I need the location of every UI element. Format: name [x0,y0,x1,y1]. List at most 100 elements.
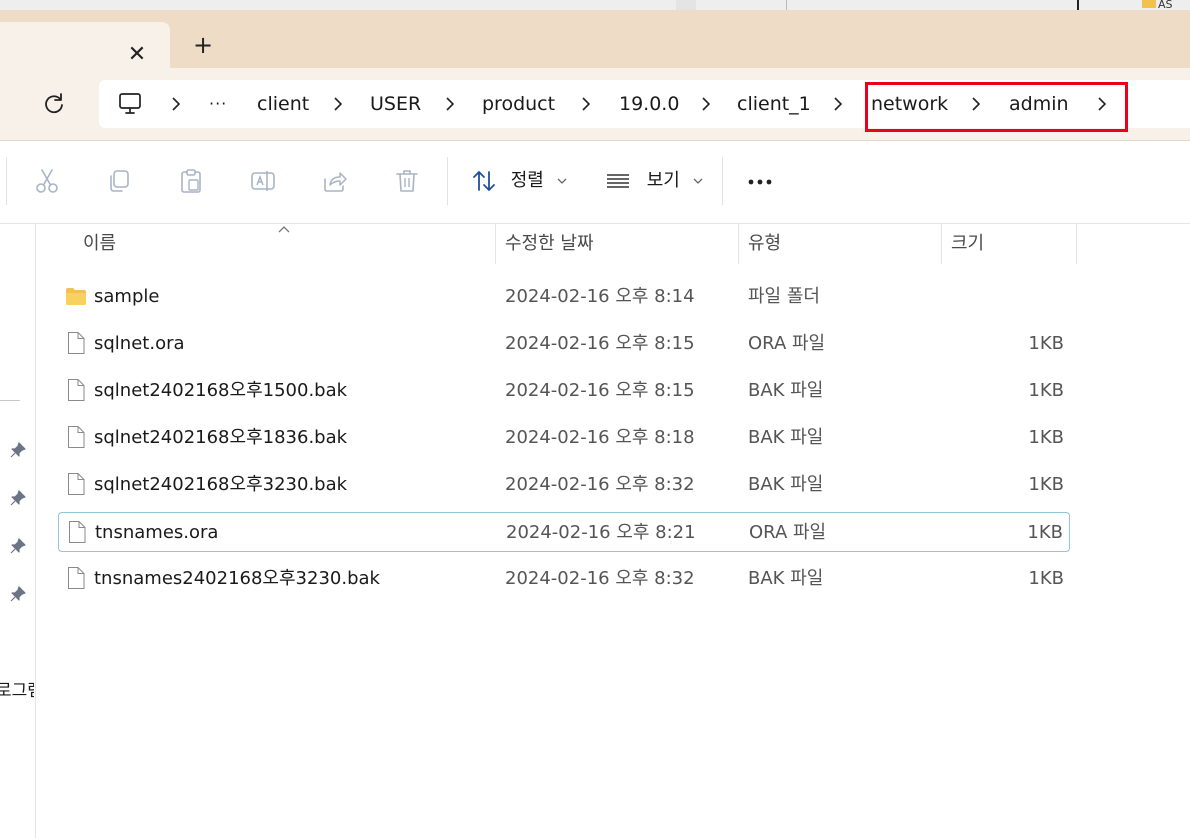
document-icon [68,332,85,354]
breadcrumb-item-admin[interactable]: admin [1009,80,1069,128]
file-size: 1KB [1028,333,1064,354]
file-date: 2024-02-16 오후 8:32 [505,474,695,495]
file-type: BAK 파일 [748,427,824,448]
file-row-sqlnet-ora[interactable]: sqlnet.ora 2024-02-16 오후 8:15 ORA 파일 1KB [58,324,1070,364]
tab-bar: ✕ + [0,10,1190,70]
breadcrumb-item-19-0-0[interactable]: 19.0.0 [619,80,679,128]
file-row-tnsnames-3230-bak[interactable]: tnsnames2402168오후3230.bak 2024-02-16 오후 … [58,559,1070,599]
column-header-date[interactable]: 수정한 날짜 [505,224,594,264]
view-list-icon [607,174,629,188]
file-type: BAK 파일 [748,568,824,589]
document-icon [68,426,85,448]
toolbar-divider [447,157,448,205]
command-bar: 정렬 보기 [0,141,1190,224]
delete-icon[interactable] [393,167,421,195]
file-type: BAK 파일 [748,474,824,495]
document-icon [68,473,85,495]
new-tab-button[interactable]: + [190,32,216,58]
refresh-icon[interactable] [40,90,68,118]
background-divider [1077,0,1079,10]
nav-item-label[interactable]: 로그램 [0,676,34,701]
file-date: 2024-02-16 오후 8:15 [505,380,695,401]
rename-icon[interactable] [249,167,277,195]
chevron-right-icon[interactable] [579,94,593,114]
file-row-sqlnet-1500-bak[interactable]: sqlnet2402168오후1500.bak 2024-02-16 오후 8:… [58,371,1070,411]
file-name: sqlnet2402168오후1836.bak [94,427,348,448]
toolbar-divider [6,157,7,205]
this-pc-icon[interactable] [117,92,143,116]
cut-icon[interactable] [33,167,61,195]
pin-icon[interactable] [9,585,27,603]
active-tab[interactable]: ✕ [0,22,170,70]
file-size: 1KB [1027,522,1063,543]
view-button[interactable]: 보기 [605,165,704,197]
column-divider[interactable] [941,224,942,264]
file-date: 2024-02-16 오후 8:18 [505,427,695,448]
column-divider[interactable] [738,224,739,264]
file-date: 2024-02-16 오후 8:21 [506,522,696,543]
file-name: tnsnames2402168오후3230.bak [94,568,380,589]
chevron-right-icon[interactable] [331,94,345,114]
column-divider[interactable] [1076,224,1077,264]
file-type: ORA 파일 [749,522,827,543]
column-header: 이름 수정한 날짜 유형 크기 [36,224,1190,266]
document-icon [68,567,85,589]
chevron-right-icon[interactable] [969,94,983,114]
address-row: ··· client USER product 19.0.0 client_1 … [0,68,1190,141]
column-header-size[interactable]: 크기 [951,224,984,264]
chevron-right-icon[interactable] [831,94,845,114]
file-date: 2024-02-16 오후 8:14 [505,286,695,307]
breadcrumb-item-client-1[interactable]: client_1 [737,80,811,128]
file-size: 1KB [1028,380,1064,401]
file-row-sqlnet-1836-bak[interactable]: sqlnet2402168오후1836.bak 2024-02-16 오후 8:… [58,418,1070,458]
more-options-icon[interactable] [745,167,775,197]
breadcrumb-item-client[interactable]: client [257,80,309,128]
breadcrumb-item-product[interactable]: product [482,80,555,128]
share-icon[interactable] [321,167,349,195]
copy-icon[interactable] [105,167,133,195]
chevron-right-icon[interactable] [1095,94,1109,114]
pin-icon[interactable] [9,441,27,459]
paste-icon[interactable] [177,167,205,195]
folder-icon [66,288,86,305]
file-name: sqlnet2402168오후1500.bak [94,380,348,401]
view-label: 보기 [646,170,680,191]
file-type: 파일 폴더 [748,286,820,307]
file-type: ORA 파일 [748,333,826,354]
file-name: sample [94,286,160,307]
close-tab-icon[interactable]: ✕ [124,42,150,68]
file-row-tnsnames-ora[interactable]: tnsnames.ora 2024-02-16 오후 8:21 ORA 파일 1… [58,512,1070,552]
chevron-down-icon [557,178,567,184]
file-name: sqlnet.ora [94,333,185,354]
background-folder-text: AS [1158,0,1173,10]
breadcrumb-overflow[interactable]: ··· [209,80,227,128]
pin-icon[interactable] [9,489,27,507]
file-row-sample[interactable]: sample 2024-02-16 오후 8:14 파일 폴더 [58,277,1070,317]
toolbar-divider [722,157,723,205]
file-size: 1KB [1028,474,1064,495]
document-icon [68,379,85,401]
file-size: 1KB [1028,427,1064,448]
breadcrumb-item-user[interactable]: USER [370,80,421,128]
column-header-type[interactable]: 유형 [748,224,781,264]
chevron-right-icon[interactable] [443,94,457,114]
folder-icon [1142,0,1156,8]
document-icon [69,521,86,543]
breadcrumb[interactable]: ··· client USER product 19.0.0 client_1 … [99,80,1190,128]
column-divider[interactable] [495,224,496,264]
nav-divider [0,400,20,401]
chevron-down-icon [693,178,703,184]
chevron-right-icon[interactable] [699,94,713,114]
sort-ascending-icon [278,226,290,233]
file-date: 2024-02-16 오후 8:32 [505,568,695,589]
file-type: BAK 파일 [748,380,824,401]
file-name: tnsnames.ora [95,522,219,543]
sort-button[interactable]: 정렬 [471,165,568,197]
file-row-sqlnet-3230-bak[interactable]: sqlnet2402168오후3230.bak 2024-02-16 오후 8:… [58,465,1070,505]
column-header-name[interactable]: 이름 [83,224,116,264]
background-divider [676,0,696,10]
breadcrumb-item-network[interactable]: network [871,80,948,128]
chevron-right-icon[interactable] [169,94,183,114]
pin-icon[interactable] [9,537,27,555]
sort-label: 정렬 [510,170,544,191]
